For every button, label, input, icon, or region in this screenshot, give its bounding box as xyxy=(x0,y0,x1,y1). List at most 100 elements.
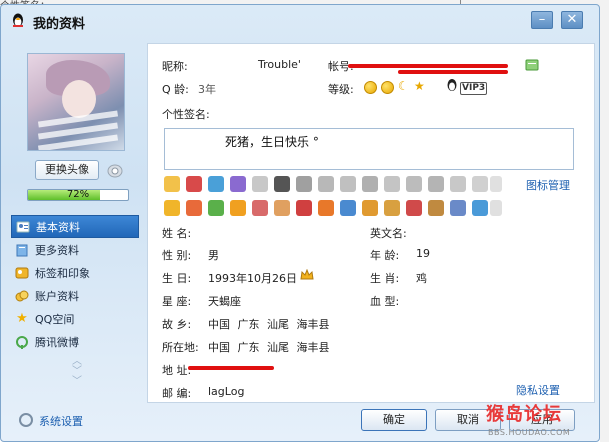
generic-service-icon[interactable] xyxy=(472,176,488,192)
signature-text: 死猪，生日快乐 ° xyxy=(225,135,319,149)
mail-service-icon[interactable] xyxy=(274,200,290,216)
close-button[interactable]: ✕ xyxy=(561,11,583,29)
english-name-label: 英文名: xyxy=(370,227,407,240)
zodiac-value: 鸡 xyxy=(416,272,427,285)
window-title: 我的资料 xyxy=(33,17,86,32)
game-service-icon[interactable] xyxy=(186,200,202,216)
generic-service-icon[interactable] xyxy=(384,176,400,192)
nav-item-more-info[interactable]: 更多资料 xyxy=(11,238,139,261)
birthday-label: 生 日: xyxy=(162,272,192,285)
nav-item-qzone[interactable]: ★ QQ空间 xyxy=(11,307,139,330)
game-service-icon[interactable] xyxy=(406,200,422,216)
nav-item-tags[interactable]: 标签和印象 xyxy=(11,261,139,284)
nav-item-weibo[interactable]: 腾讯微博 xyxy=(11,330,139,353)
privacy-settings-link[interactable]: 隐私设置 xyxy=(516,382,560,398)
left-panel: 更换头像 72% 基本资料 更多资料 标签和印象 账户资料 ★ QQ空间 腾讯微… xyxy=(5,37,142,405)
sun-level-icon xyxy=(364,81,377,94)
constellation-value: 天蝎座 xyxy=(208,295,241,308)
nav-label: 基本资料 xyxy=(36,220,80,234)
tag-icon xyxy=(15,266,29,280)
name-label: 姓 名: xyxy=(162,227,192,240)
nav-label: QQ空间 xyxy=(35,312,75,326)
music-service-icon[interactable] xyxy=(230,176,246,192)
star-service-icon[interactable] xyxy=(164,200,180,216)
game-service-icon[interactable] xyxy=(274,176,290,192)
postcode-value: lagLog xyxy=(208,385,245,398)
mail-service-icon[interactable] xyxy=(252,176,268,192)
service-icons-row-1 xyxy=(164,176,504,194)
nav-scroll-arrows[interactable]: ︿ ﹀ ﹀ xyxy=(71,357,83,397)
face-service-icon[interactable] xyxy=(252,200,268,216)
title-bar[interactable]: 我的资料 – ✕ xyxy=(1,5,599,37)
background-right-strip xyxy=(600,0,609,442)
generic-service-icon[interactable] xyxy=(296,176,312,192)
progress-label: 72% xyxy=(66,189,90,200)
gift-service-icon[interactable] xyxy=(296,200,312,216)
reading-service-icon[interactable] xyxy=(384,200,400,216)
system-settings-link[interactable]: 系统设置 xyxy=(39,413,83,429)
avatar[interactable] xyxy=(27,53,125,151)
minimize-button[interactable]: – xyxy=(531,11,553,29)
vip-badge[interactable]: VIP3 xyxy=(460,82,488,95)
side-nav: 基本资料 更多资料 标签和印象 账户资料 ★ QQ空间 腾讯微博 xyxy=(11,215,139,353)
qq-age-label: Q 龄: xyxy=(162,83,189,96)
age-value: 19 xyxy=(416,247,430,260)
game-service-icon[interactable] xyxy=(318,200,334,216)
icon-manage-link[interactable]: 图标管理 xyxy=(526,177,570,193)
profile-content: 昵称: Trouble' 帐号: Q 龄: 3年 等级: ☾ ★ VIP3 个性… xyxy=(147,43,595,403)
signature-box[interactable]: 死猪，生日快乐 ° xyxy=(164,128,574,170)
crown-icon xyxy=(300,269,314,280)
nav-label: 更多资料 xyxy=(35,243,79,257)
nav-label: 腾讯微博 xyxy=(35,335,79,349)
avatar-face xyxy=(62,80,96,118)
generic-service-icon[interactable] xyxy=(428,176,444,192)
watermark-subtitle: BBS.HOUDAO.COM xyxy=(488,428,571,437)
signature-label: 个性签名: xyxy=(162,108,210,121)
gender-value: 男 xyxy=(208,249,219,262)
qq-penguin-icon xyxy=(447,79,457,91)
account-redaction xyxy=(398,70,508,74)
scroll-arrows-icon[interactable] xyxy=(490,176,502,192)
music-service-icon[interactable] xyxy=(340,200,356,216)
qq-penguin-icon xyxy=(13,13,23,27)
nav-label: 账户资料 xyxy=(35,289,79,303)
book-icon xyxy=(15,243,29,257)
penguin-service-icon[interactable] xyxy=(164,176,180,192)
generic-service-icon[interactable] xyxy=(340,176,356,192)
generic-service-icon[interactable] xyxy=(362,176,378,192)
generic-service-icon[interactable] xyxy=(318,176,334,192)
account-redaction xyxy=(348,64,508,68)
age-label: 年 龄: xyxy=(370,249,400,262)
hometown-label: 故 乡: xyxy=(162,318,192,331)
ok-button[interactable]: 确定 xyxy=(361,409,427,431)
game-service-icon[interactable] xyxy=(186,176,202,192)
gender-label: 性 别: xyxy=(162,249,192,262)
star-level-icon: ★ xyxy=(414,79,425,93)
profile-completion-bar: 72% xyxy=(27,189,129,201)
account-card-icon[interactable] xyxy=(525,59,539,71)
address-redaction xyxy=(188,366,274,370)
generic-service-icon[interactable] xyxy=(450,176,466,192)
profile-window: 我的资料 – ✕ 更换头像 72% 基本资料 更多资料 标签和印象 账户资料 ★… xyxy=(0,4,600,442)
gear-icon[interactable] xyxy=(19,413,33,427)
pet-service-icon[interactable] xyxy=(428,200,444,216)
nav-item-basic-info[interactable]: 基本资料 xyxy=(11,215,139,238)
network-service-icon[interactable] xyxy=(472,200,488,216)
nav-item-account[interactable]: 账户资料 xyxy=(11,284,139,307)
app-service-icon[interactable] xyxy=(230,200,246,216)
birthday-value: 1993年10月26日 xyxy=(208,272,297,285)
service-icons-row-2 xyxy=(164,200,504,218)
change-avatar-button[interactable]: 更换头像 xyxy=(35,160,99,180)
scroll-arrows-icon[interactable] xyxy=(490,200,502,216)
nickname-label: 昵称: xyxy=(162,60,188,73)
generic-service-icon[interactable] xyxy=(406,176,422,192)
pet-service-icon[interactable] xyxy=(208,176,224,192)
flower-service-icon[interactable] xyxy=(362,200,378,216)
address-label: 地 址: xyxy=(162,364,192,377)
pet-service-icon[interactable] xyxy=(208,200,224,216)
location-label: 所在地: xyxy=(162,341,199,354)
person-card-icon xyxy=(16,220,30,234)
sun-level-icon xyxy=(381,81,394,94)
phone-service-icon[interactable] xyxy=(450,200,466,216)
camera-icon[interactable] xyxy=(106,162,124,178)
